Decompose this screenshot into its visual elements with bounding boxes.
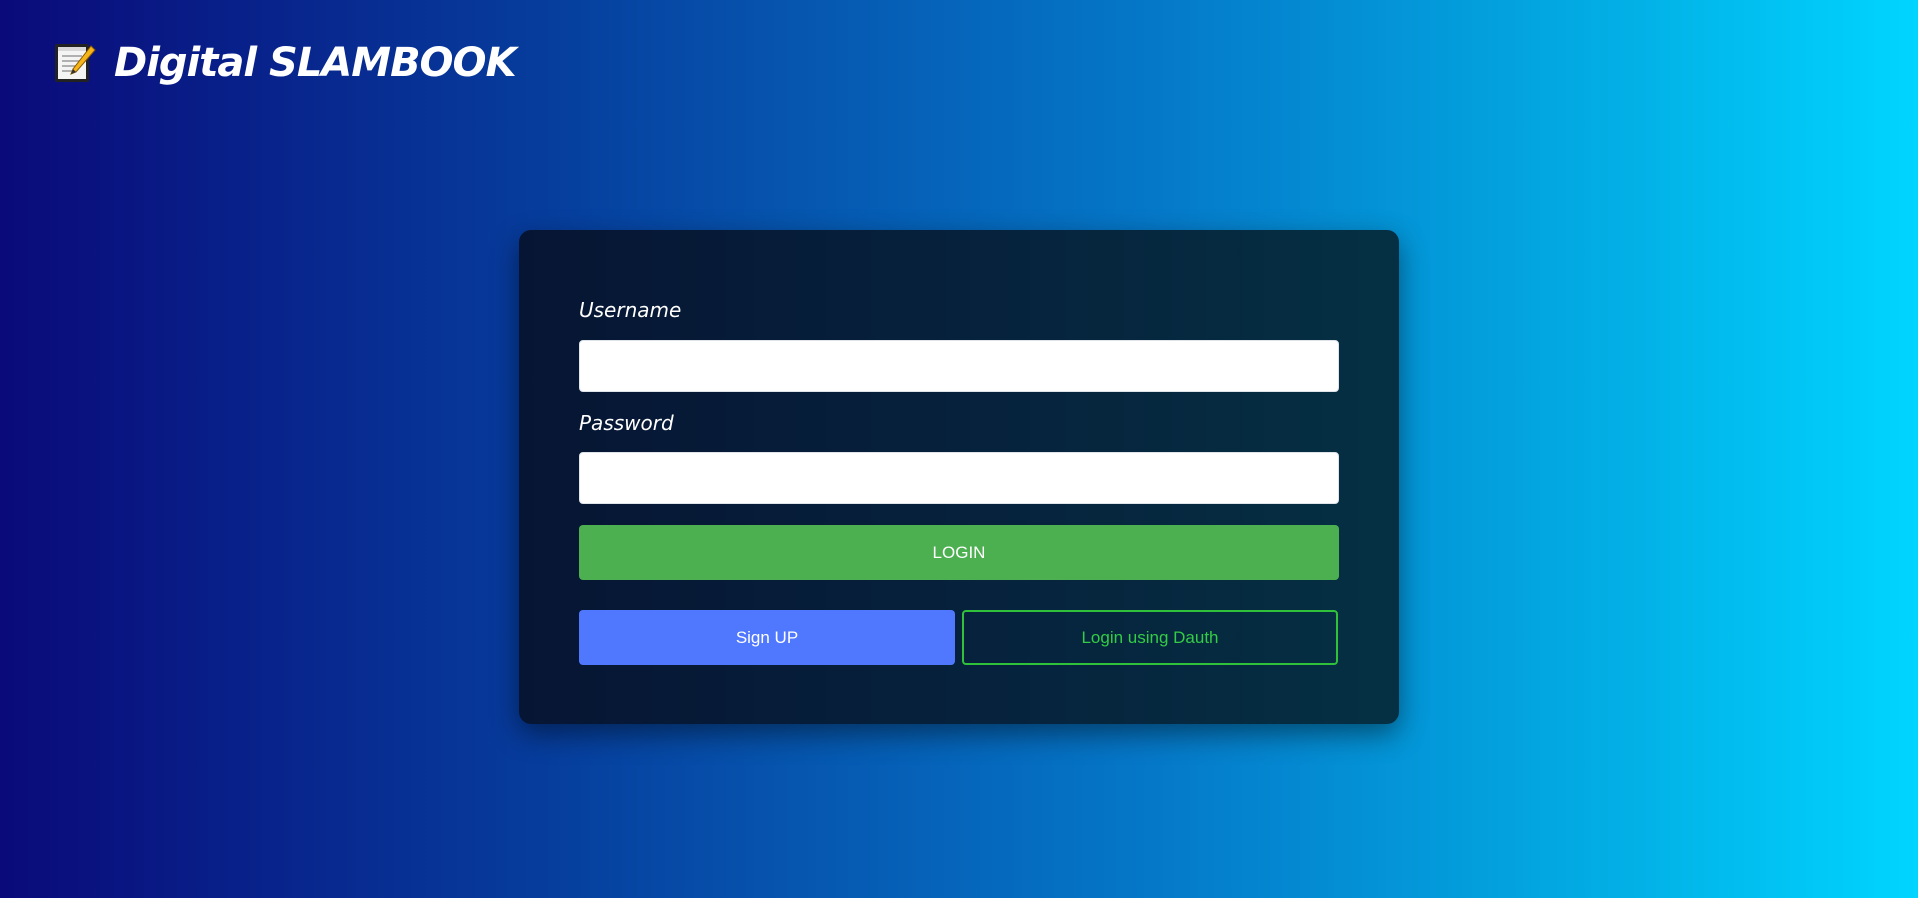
login-card: Username Password LOGIN Sign UP Login us… xyxy=(519,230,1399,724)
brand-title: Digital SLAMBOOK xyxy=(114,40,517,86)
password-input[interactable] xyxy=(579,452,1339,504)
dauth-login-button[interactable]: Login using Dauth xyxy=(962,610,1338,665)
username-input[interactable] xyxy=(579,340,1339,392)
password-label: Password xyxy=(579,411,674,435)
login-button[interactable]: LOGIN xyxy=(579,525,1339,580)
signup-button[interactable]: Sign UP xyxy=(579,610,955,665)
username-label: Username xyxy=(579,298,682,322)
brand-header: Digital SLAMBOOK xyxy=(52,40,517,86)
memo-icon xyxy=(55,44,96,82)
